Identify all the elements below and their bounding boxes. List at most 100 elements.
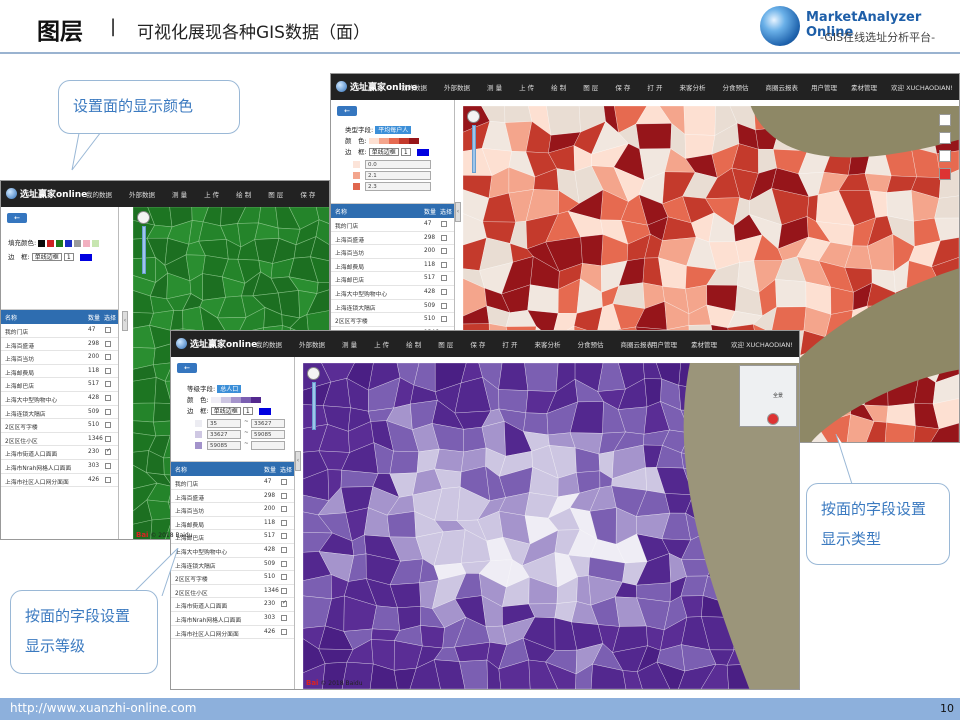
menu-item[interactable]: 绘 制 [406,341,421,349]
layer-checkbox[interactable] [441,221,447,227]
menu-item[interactable]: 外部数据 [299,341,325,349]
user-menu-item[interactable]: 欢迎 XUCHAODIAN! [731,341,793,349]
border-style-select[interactable]: 单线边框 [31,253,62,261]
pan-control-icon[interactable] [137,211,150,224]
zoom-slider[interactable] [472,125,476,173]
legend-to[interactable] [251,441,285,450]
legend-from[interactable]: 35 [207,419,241,428]
color-swatch[interactable] [74,239,82,247]
menu-item[interactable]: 测 量 [342,341,357,349]
layer-checkbox[interactable] [281,546,287,553]
map-region[interactable] [133,377,157,404]
menu-item[interactable]: 打 开 [647,84,662,92]
table-row[interactable]: 上海连锁大隔店 509 [1,406,118,420]
layer-checkbox[interactable] [281,492,287,499]
table-row[interactable]: 我的门店 47 [171,476,294,490]
menu-item[interactable]: 保 存 [470,341,485,349]
layer-checkbox[interactable] [441,261,447,268]
map-region[interactable] [277,290,301,319]
menu-item[interactable]: 外部数据 [129,191,155,199]
brand[interactable]: 选址赢家online [6,187,87,200]
border-style-select[interactable]: 单线边框 [368,148,399,156]
layer-checkbox[interactable] [441,248,447,255]
collapse-sidebar-tab[interactable]: ‹ [295,451,301,471]
table-row[interactable]: 上海市街道人口面面 230 [1,446,118,460]
table-row[interactable]: 上海百当坊 200 [171,503,294,517]
map-region[interactable] [420,625,445,649]
layer-checkbox[interactable] [281,560,287,567]
menu-item[interactable]: 打 开 [502,341,517,349]
map-region[interactable] [884,422,916,443]
pin-icon[interactable] [939,168,951,180]
table-row[interactable]: 上海百盛港 298 [331,232,454,246]
menu-item[interactable]: 测 量 [172,191,187,199]
table-row[interactable]: 上海百当坊 200 [331,245,454,259]
menu-item[interactable]: 我的数据 [401,84,427,92]
menu-item[interactable]: 商圈云报表 [765,84,798,92]
border-width-select[interactable]: 1 [63,253,74,261]
pan-control-icon[interactable] [307,367,320,380]
map-region[interactable] [635,123,672,150]
map-region[interactable] [386,511,417,538]
brand[interactable]: 选址赢家online [176,337,257,350]
map-tool-icon[interactable] [939,114,951,126]
pin-icon[interactable] [767,413,779,425]
map-region[interactable] [546,106,581,136]
menu-item[interactable]: 来客分析 [534,341,560,349]
map-region[interactable] [580,234,604,267]
layer-checkbox[interactable] [105,476,111,483]
layer-checkbox[interactable] [441,302,447,309]
layer-checkbox[interactable] [105,447,111,456]
map-region[interactable] [527,284,559,314]
map-canvas[interactable] [303,363,799,689]
menu-item[interactable]: 上 传 [519,84,534,92]
layer-checkbox[interactable] [281,587,287,594]
layer-checkbox[interactable] [281,599,287,608]
table-row[interactable]: 上海大中型购物中心 428 [331,286,454,300]
map-region[interactable] [523,412,549,436]
table-row[interactable]: 上海百盛港 298 [171,490,294,504]
table-row[interactable]: 2区区写字楼 510 [1,419,118,433]
collapse-sidebar-tab[interactable]: ‹ [455,202,461,222]
menu-item[interactable]: 分食预估 [577,341,603,349]
menu-item[interactable]: 我的数据 [256,341,282,349]
color-swatch[interactable] [83,239,91,247]
layer-checkbox[interactable] [281,479,287,485]
footer-url[interactable]: http://www.xuanzhi-online.com [10,701,196,715]
table-row[interactable]: 上海邮巴店 517 [331,272,454,286]
map-region[interactable] [372,605,400,631]
legend-to[interactable]: 59085 [251,430,285,439]
user-menu-item[interactable]: 用户管理 [651,341,677,349]
table-row[interactable]: 2区区住小区1346 [1,433,118,447]
table-row[interactable]: 上海连锁大隔店 509 [171,558,294,572]
layer-checkbox[interactable] [441,316,447,323]
map-purple[interactable]: 全景 Bai © 2018 Baidu [303,363,799,689]
layer-checkbox[interactable] [281,574,287,581]
user-menu-item[interactable]: 素材管理 [851,84,877,92]
map-region[interactable] [683,106,716,136]
color-ramp[interactable] [210,396,261,404]
table-row[interactable]: 2区区住小区1346 [171,585,294,599]
zoom-slider[interactable] [312,382,316,430]
map-region[interactable] [504,106,533,123]
table-row[interactable]: 上海大中型购物中心 428 [171,544,294,558]
table-row[interactable]: 上海市街道人口面面 230 [171,598,294,612]
menu-item[interactable]: 来客分析 [679,84,705,92]
map-region[interactable] [524,363,559,392]
menu-item[interactable]: 保 存 [615,84,630,92]
table-row[interactable]: 上海邮费局 118 [1,365,118,379]
color-swatch[interactable] [56,239,64,247]
border-color-swatch[interactable] [79,253,92,261]
table-row[interactable]: 上海邮费局 118 [331,259,454,273]
table-row[interactable]: 上海市社区人口网分面面 426 [1,474,118,488]
table-row[interactable]: 2区区写字楼 510 [171,571,294,585]
legend-from[interactable]: 59085 [207,441,241,450]
table-row[interactable]: 2区区写字楼 510 [331,313,454,327]
menu-item[interactable]: 绘 制 [236,191,251,199]
map-region[interactable] [775,279,807,308]
map-region[interactable] [133,402,156,423]
color-ramp[interactable] [368,137,419,145]
user-menu-item[interactable]: 素材管理 [691,341,717,349]
traffic-icon[interactable] [939,150,951,162]
layer-checkbox[interactable] [105,462,111,469]
